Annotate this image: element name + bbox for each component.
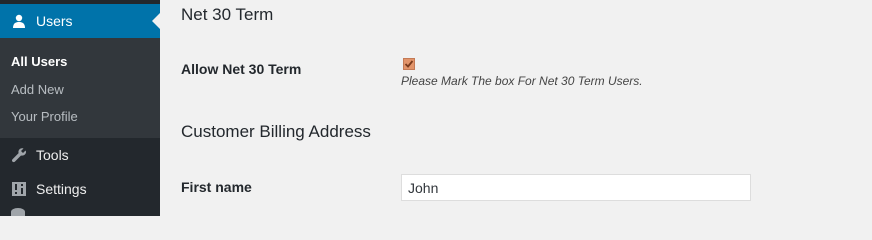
first-name-label: First name [181,179,252,195]
sidebar-item-label: Tools [36,147,69,163]
sidebar-item-settings[interactable]: Settings [0,172,160,206]
checkmark-icon [404,60,414,68]
first-name-field[interactable] [401,174,751,201]
sidebar-item-label: Users [36,13,73,29]
sidebar-item-label: Settings [36,181,87,197]
section-title-billing: Customer Billing Address [181,122,371,141]
sidebar-item-tools[interactable]: Tools [0,138,160,172]
settings-sliders-icon [11,181,27,197]
section-title-net30: Net 30 Term [181,5,274,24]
wrench-icon [11,147,27,163]
net30-description: Please Mark The box For Net 30 Term User… [401,74,643,88]
submenu-item-add-new[interactable]: Add New [11,82,64,97]
users-submenu: All Users Add New Your Profile [0,38,160,138]
sidebar-item-users[interactable]: Users [0,4,160,38]
user-icon [11,13,27,29]
current-menu-arrow [152,13,160,29]
admin-sidebar: Users All Users Add New Your Profile Too… [0,0,160,216]
net30-checkbox[interactable] [403,58,415,70]
submenu-item-your-profile[interactable]: Your Profile [11,109,78,124]
submenu-item-all-users[interactable]: All Users [11,54,67,69]
allow-net30-label: Allow Net 30 Term [181,61,302,77]
next-menu-icon [11,208,25,216]
